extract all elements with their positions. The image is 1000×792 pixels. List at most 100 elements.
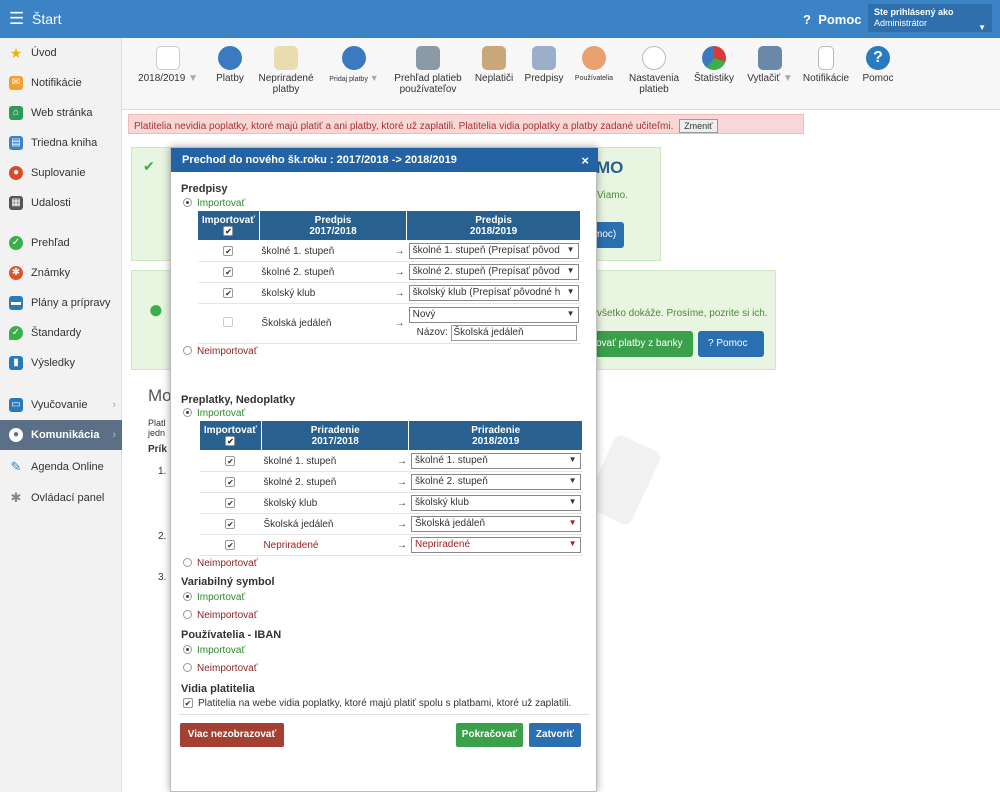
statistiky-label: Štatistiky: [693, 73, 734, 84]
radio-label: Neimportovať: [197, 663, 258, 674]
pridaj-label: Pridaj platby: [329, 76, 368, 83]
preplatky-import-radio[interactable]: Importovať: [183, 408, 245, 419]
notifikacie-button[interactable]: Notifikácie: [800, 46, 852, 84]
sidebar-item-udalosti[interactable]: ▦ Udalosti: [0, 188, 122, 218]
continue-button[interactable]: Pokračovať: [456, 723, 523, 747]
row-checkbox[interactable]: ✔: [225, 539, 236, 550]
row-new-select[interactable]: Školská jedáleň ▼: [410, 516, 581, 532]
iban-noimport-radio[interactable]: Neimportovať: [183, 663, 257, 674]
sidebar-item-label: Vyučovanie: [31, 399, 88, 411]
sidebar-item-plany[interactable]: ▬ Plány a prípravy: [0, 288, 122, 318]
prehlad-button[interactable]: Prehľad platieb používateľov: [390, 46, 466, 95]
sidebar-item-vysledky[interactable]: ▮ Výsledky: [0, 348, 122, 378]
sidebar-item-label: Prehľad: [31, 237, 70, 249]
sidebar-item-triedna-kniha[interactable]: ▤ Triedna kniha: [0, 128, 122, 158]
col-header-year: 2017/2018: [309, 225, 357, 237]
row-checkbox[interactable]: [223, 317, 234, 327]
variabilny-import-radio[interactable]: Importovať: [183, 592, 245, 603]
select-value: Nepriradené: [414, 539, 471, 550]
vytlacit-button[interactable]: Vytlačiť ▼: [744, 46, 796, 84]
nepriradene-button[interactable]: Nepriradené platby: [256, 46, 316, 95]
nastavenia-button[interactable]: Nastavenia platieb: [622, 46, 686, 95]
year-selector[interactable]: 2018/2019 ▼: [138, 46, 198, 84]
pomoc-button[interactable]: ? Pomoc: [858, 46, 898, 84]
close-button[interactable]: Zatvoriť: [529, 723, 581, 747]
row-checkbox[interactable]: ✔: [225, 476, 236, 487]
step-3: 3.: [158, 572, 167, 583]
row-checkbox[interactable]: ✔: [225, 518, 236, 529]
row-new-select[interactable]: školné 1. stupeň ▼: [410, 453, 581, 469]
col-header-year: 2018/2019: [472, 435, 520, 447]
gear-icon: [642, 46, 666, 70]
iban-import-radio[interactable]: Importovať: [183, 645, 245, 656]
viamo-help-label: moc): [594, 229, 617, 240]
help-link[interactable]: ? Pomoc: [803, 12, 862, 27]
sidebar-item-agenda[interactable]: ✎ Agenda Online: [0, 452, 122, 482]
sidebar-item-web[interactable]: ⌂ Web stránka: [0, 98, 122, 128]
row-checkbox[interactable]: ✔: [225, 455, 236, 466]
platby-button[interactable]: Platby: [210, 46, 250, 84]
bank-import-button[interactable]: ovať platby z banky: [590, 331, 693, 357]
check-circle-icon: ✓: [9, 236, 23, 250]
sidebar-item-standardy[interactable]: ✓ Štandardy: [0, 318, 122, 348]
variabilny-noimport-radio[interactable]: Neimportovať: [183, 610, 257, 621]
radio-label: Importovať: [197, 408, 246, 419]
vidia-checkbox[interactable]: ✔: [183, 698, 193, 708]
step-2: 2.: [158, 531, 167, 542]
table-row: ✔ školský klub → školský klub (Prepísať pôv…: [197, 282, 581, 304]
sidebar-item-uvod[interactable]: ★ Úvod: [0, 38, 122, 68]
row-checkbox[interactable]: ✔: [223, 287, 234, 298]
preplatky-noimport-radio[interactable]: Neimportovať: [183, 558, 257, 569]
pouzivatelia-button[interactable]: Používatelia: [572, 46, 616, 84]
user-menu[interactable]: Ste prihlásený ako Administrátor ▼: [868, 4, 992, 32]
row-new-select[interactable]: školné 2. stupeň (Prepísať pôvod ▼: [408, 264, 579, 280]
intro-text-2: jedn: [148, 428, 166, 438]
row-new-select[interactable]: školský klub ▼: [410, 495, 581, 511]
document-icon: [532, 46, 556, 70]
table-row: ✔ Nepriradené → Nepriradené ▼: [199, 534, 583, 556]
pridaj-platby-button[interactable]: Pridaj platby ▼: [328, 46, 380, 85]
row-checkbox[interactable]: ✔: [223, 245, 234, 256]
arrow-icon: →: [394, 287, 405, 299]
row-new-select[interactable]: Nepriradené ▼: [410, 537, 581, 553]
row-old-label: školský klub: [263, 497, 318, 509]
sidebar-item-suplovanie[interactable]: ● Suplovanie: [0, 158, 122, 188]
gear-icon: ✱: [10, 490, 22, 505]
row-checkbox[interactable]: ✔: [225, 497, 236, 508]
statistiky-button[interactable]: Štatistiky: [692, 46, 736, 84]
select-value: školné 1. stupeň (Prepísať pôvod: [412, 245, 560, 256]
chevron-down-icon: ▼: [564, 308, 575, 318]
nepriradene-label: Nepriradené: [258, 73, 314, 84]
vidia-checkbox-row[interactable]: ✔ Platitelia na webe vidia poplatky, ktor…: [183, 698, 571, 709]
row-new-select[interactable]: školné 2. stupeň ▼: [410, 474, 581, 490]
sidebar-item-znamky[interactable]: ✱ Známky: [0, 258, 122, 288]
sidebar-item-label: Suplovanie: [31, 167, 86, 179]
sidebar-item-komunikacia[interactable]: ● Komunikácia ›: [0, 420, 122, 450]
predpisy-noimport-radio[interactable]: Neimportovať: [183, 346, 257, 357]
menu-icon[interactable]: ☰: [9, 10, 24, 27]
sidebar-item-vyucovanie[interactable]: ▭ Vyučovanie ›: [0, 390, 122, 420]
bank-help-button[interactable]: ? Pomoc: [698, 331, 764, 357]
neplatici-button[interactable]: Neplatiči: [472, 46, 516, 84]
table-row: Školská jedáleň → Nový ▼ Názov: Školská jedá…: [197, 303, 581, 344]
close-icon[interactable]: ×: [581, 153, 589, 168]
pen-icon: ✎: [10, 459, 22, 474]
sidebar-item-notifikacie[interactable]: ✉ Notifikácie: [0, 68, 122, 98]
row-new-select[interactable]: Nový ▼: [408, 306, 579, 323]
name-input[interactable]: Školská jedáleň: [450, 324, 577, 341]
row-new-select[interactable]: školský klub (Prepísať pôvodné h ▼: [408, 285, 579, 301]
select-all-checkbox[interactable]: ✔: [225, 435, 236, 446]
sidebar-item-ovladaci-panel[interactable]: ✱ Ovládací panel: [0, 483, 122, 513]
divider: [179, 714, 589, 715]
row-new-select[interactable]: školné 1. stupeň (Prepísať pôvod ▼: [408, 243, 579, 259]
sidebar-item-prehlad[interactable]: ✓ Prehľad: [0, 228, 122, 258]
hide-button[interactable]: Viac nezobrazovať: [180, 723, 284, 747]
chat-icon: ●: [9, 428, 23, 442]
predpisy-import-radio[interactable]: Importovať: [183, 198, 245, 209]
select-all-checkbox[interactable]: ✔: [223, 225, 234, 236]
change-button[interactable]: Zmeniť: [679, 119, 718, 133]
year-label: 2018/2019: [138, 73, 186, 84]
row-checkbox[interactable]: ✔: [223, 266, 234, 277]
table-row: ✔ Školská jedáleň → Školská jedáleň ▼: [199, 513, 583, 535]
predpisy-button[interactable]: Predpisy: [522, 46, 566, 84]
